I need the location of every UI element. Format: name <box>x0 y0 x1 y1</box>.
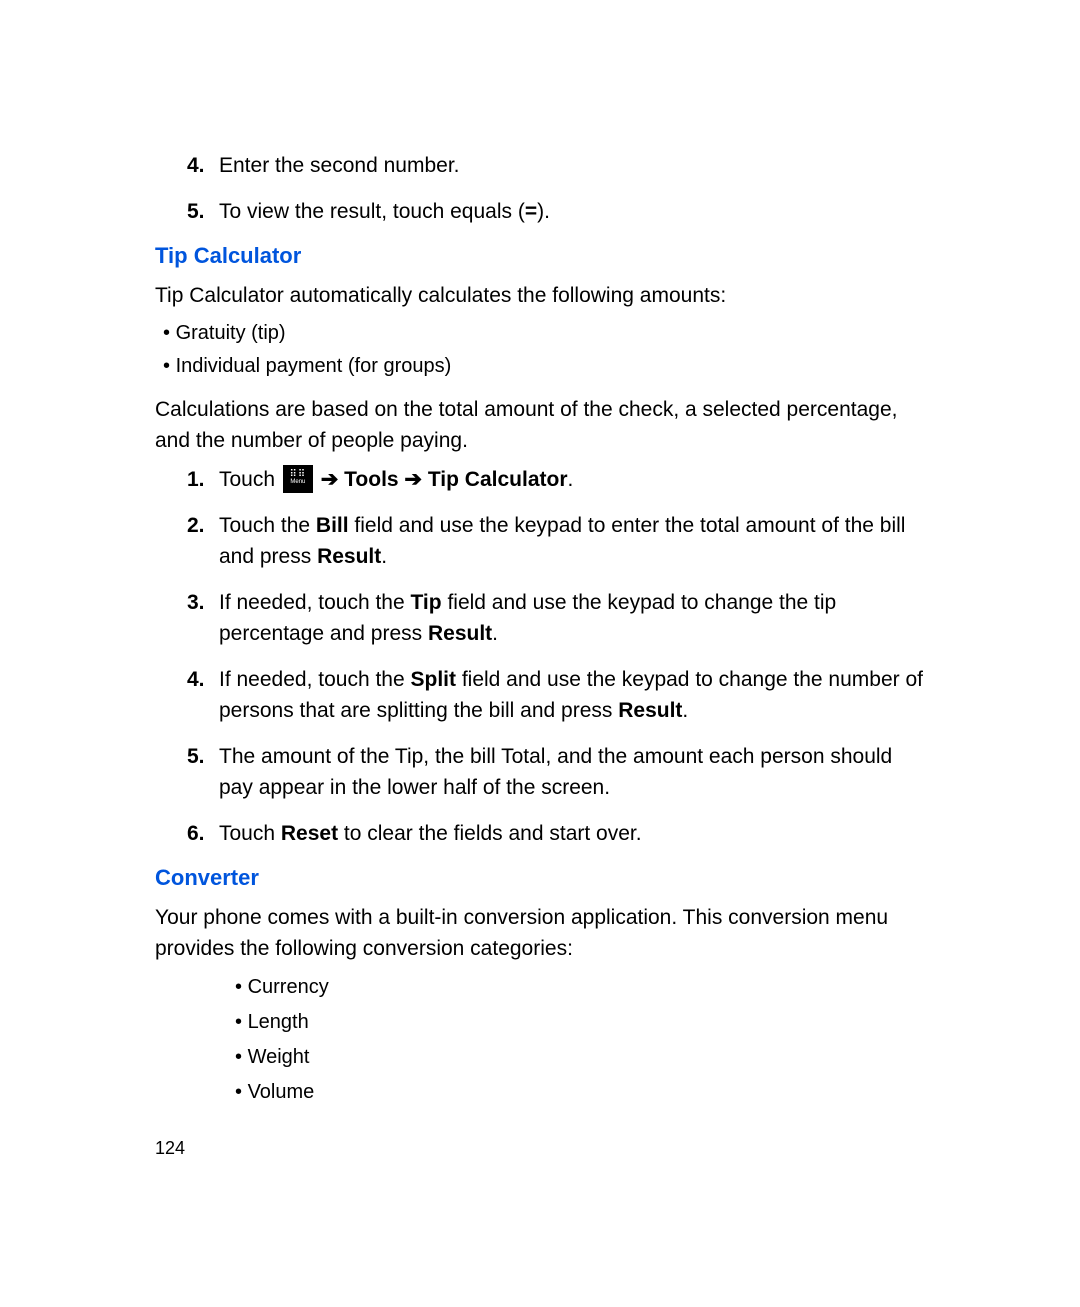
step-text: Touch Reset to clear the fields and star… <box>219 818 925 850</box>
tools-bold: Tools <box>344 468 398 491</box>
step-text: Touch the Bill field and use the keypad … <box>219 510 925 573</box>
reset-bold: Reset <box>281 822 338 845</box>
step-text: If needed, touch the Split field and use… <box>219 664 925 727</box>
step-text: Enter the second number. <box>219 150 925 182</box>
list-item: 5. The amount of the Tip, the bill Total… <box>187 741 925 804</box>
tip-calc-steps: 1. Touch ⠿⠿Menu ➔ Tools ➔ Tip Calculator… <box>187 464 925 849</box>
page-number: 124 <box>155 1138 925 1159</box>
arrow-icon: ➔ <box>399 468 428 491</box>
step-number: 1. <box>187 464 219 496</box>
step-text: To view the result, touch equals (=). <box>219 196 925 228</box>
list-item: Length <box>235 1007 925 1038</box>
arrow-icon: ➔ <box>315 468 344 491</box>
tip-calc-bullets: Gratuity (tip) Individual payment (for g… <box>163 319 925 381</box>
list-item: Weight <box>235 1042 925 1073</box>
list-item: 3. If needed, touch the Tip field and us… <box>187 587 925 650</box>
split-bold: Split <box>410 668 456 691</box>
list-item: 5. To view the result, touch equals (=). <box>187 196 925 228</box>
step-text: If needed, touch the Tip field and use t… <box>219 587 925 650</box>
list-item: Individual payment (for groups) <box>163 352 925 381</box>
converter-bullets: Currency Length Weight Volume <box>235 972 925 1108</box>
list-item: Currency <box>235 972 925 1003</box>
list-item: 6. Touch Reset to clear the fields and s… <box>187 818 925 850</box>
tip-bold: Tip <box>410 591 441 614</box>
result-bold: Result <box>317 545 381 568</box>
step-text: The amount of the Tip, the bill Total, a… <box>219 741 925 804</box>
tip-calculator-heading: Tip Calculator <box>155 243 925 269</box>
list-item: Volume <box>235 1077 925 1108</box>
step-number: 2. <box>187 510 219 573</box>
step-number: 5. <box>187 196 219 228</box>
bill-bold: Bill <box>316 514 349 537</box>
step-number: 4. <box>187 150 219 182</box>
list-item: 2. Touch the Bill field and use the keyp… <box>187 510 925 573</box>
converter-heading: Converter <box>155 865 925 891</box>
step-number: 5. <box>187 741 219 804</box>
tip-calculator-bold: Tip Calculator <box>428 468 568 491</box>
tip-calc-desc: Calculations are based on the total amou… <box>155 395 925 456</box>
step-number: 4. <box>187 664 219 727</box>
tip-calc-intro: Tip Calculator automatically calculates … <box>155 281 925 311</box>
step-text: Touch ⠿⠿Menu ➔ Tools ➔ Tip Calculator. <box>219 464 925 496</box>
list-item: 4. If needed, touch the Split field and … <box>187 664 925 727</box>
result-bold: Result <box>428 622 492 645</box>
intro-steps-list: 4. Enter the second number. 5. To view t… <box>187 150 925 227</box>
list-item: 1. Touch ⠿⠿Menu ➔ Tools ➔ Tip Calculator… <box>187 464 925 496</box>
step-number: 3. <box>187 587 219 650</box>
list-item: 4. Enter the second number. <box>187 150 925 182</box>
result-bold: Result <box>618 699 682 722</box>
list-item: Gratuity (tip) <box>163 319 925 348</box>
menu-icon: ⠿⠿Menu <box>283 465 313 493</box>
converter-intro: Your phone comes with a built-in convers… <box>155 903 925 964</box>
step-number: 6. <box>187 818 219 850</box>
equals-bold: = <box>525 200 537 223</box>
